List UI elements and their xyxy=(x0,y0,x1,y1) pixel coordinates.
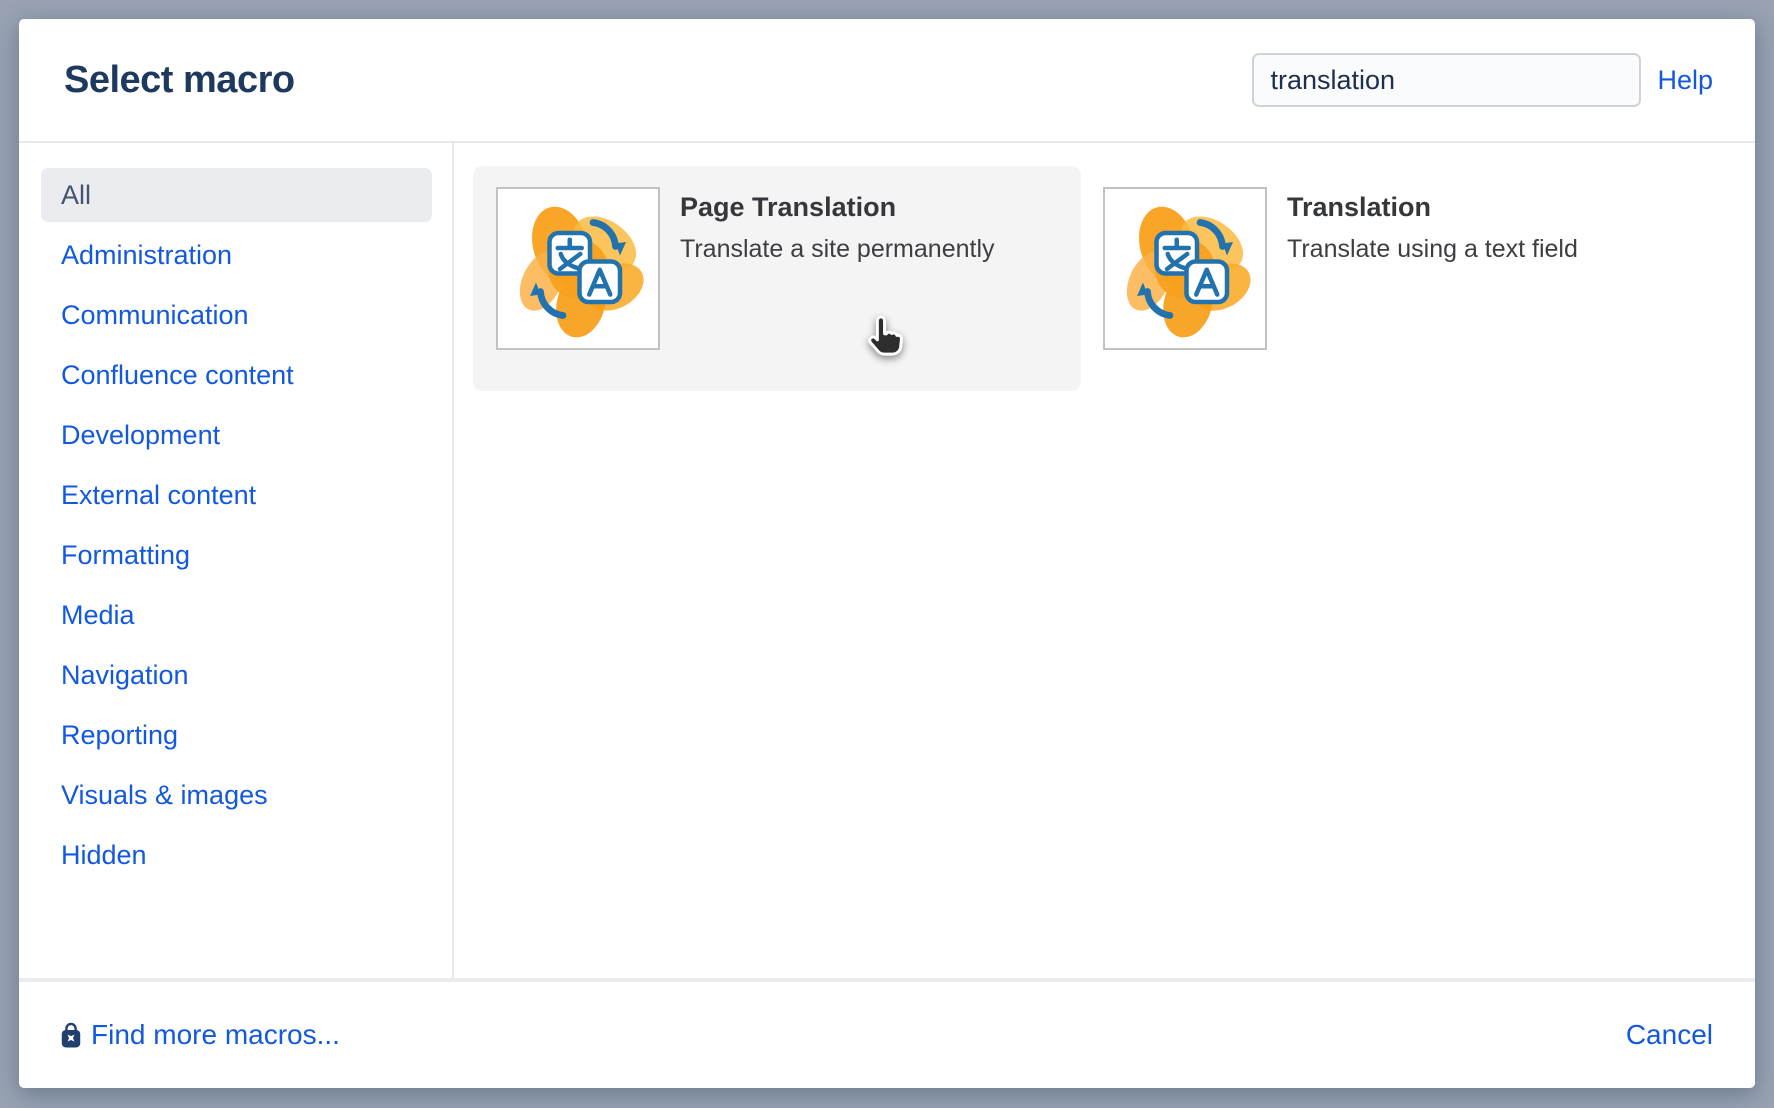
category-item[interactable]: Confluence content xyxy=(41,348,432,402)
macro-card[interactable]: Page Translation Translate a site perman… xyxy=(473,166,1081,391)
macro-title: Translation xyxy=(1287,192,1578,223)
category-item[interactable]: External content xyxy=(41,468,432,522)
category-item[interactable]: Reporting xyxy=(41,708,432,762)
macro-search-input[interactable] xyxy=(1252,53,1641,107)
marketplace-icon xyxy=(59,1021,83,1050)
macro-card-text: Translation Translate using a text field xyxy=(1287,187,1578,264)
find-more-macros-label: Find more macros... xyxy=(91,1019,340,1051)
cancel-link[interactable]: Cancel xyxy=(1626,1019,1713,1051)
category-item[interactable]: Communication xyxy=(41,288,432,342)
dialog-body: All Administration Communication Conflue… xyxy=(19,143,1755,978)
dialog-header: Select macro Help xyxy=(19,19,1755,143)
category-item[interactable]: Administration xyxy=(41,228,432,282)
find-more-macros-link[interactable]: Find more macros... xyxy=(59,1019,1626,1051)
macro-results: Page Translation Translate a site perman… xyxy=(454,143,1755,978)
category-item[interactable]: Development xyxy=(41,408,432,462)
dialog-footer: Find more macros... Cancel xyxy=(19,978,1755,1088)
translation-icon xyxy=(503,194,653,344)
category-item[interactable]: Navigation xyxy=(41,648,432,702)
macro-description: Translate a site permanently xyxy=(680,235,995,264)
page-title: Select macro xyxy=(64,59,1252,102)
help-link[interactable]: Help xyxy=(1657,65,1713,96)
category-item[interactable]: Hidden xyxy=(41,828,432,882)
macro-title: Page Translation xyxy=(680,192,995,223)
category-item[interactable]: All xyxy=(41,168,432,222)
macro-description: Translate using a text field xyxy=(1287,235,1578,264)
macro-card-text: Page Translation Translate a site perman… xyxy=(680,187,995,264)
macro-icon-box xyxy=(1103,187,1267,350)
category-item[interactable]: Formatting xyxy=(41,528,432,582)
category-item[interactable]: Visuals & images xyxy=(41,768,432,822)
category-list: All Administration Communication Conflue… xyxy=(19,143,454,978)
category-item[interactable]: Media xyxy=(41,588,432,642)
translation-icon xyxy=(1110,194,1260,344)
macro-card[interactable]: Translation Translate using a text field xyxy=(1080,166,1720,391)
macro-icon-box xyxy=(496,187,660,350)
select-macro-dialog: Select macro Help All Administration Com… xyxy=(19,19,1755,1088)
